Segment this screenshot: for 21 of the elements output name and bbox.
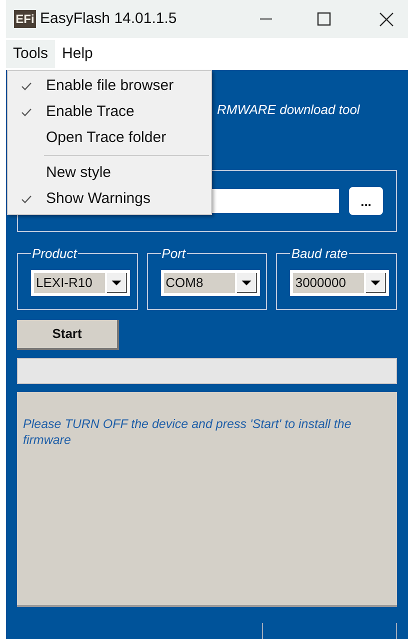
app-icon: EFi [14, 10, 36, 28]
browse-button[interactable]: ... [349, 187, 383, 215]
menu-entry[interactable]: Open Trace folder [8, 125, 211, 151]
menu-item[interactable]: Help [55, 40, 100, 68]
menu-entry[interactable]: Show Warnings [8, 186, 211, 212]
close-icon[interactable] [379, 12, 394, 26]
group-label: Port [160, 245, 187, 263]
maximize-icon[interactable] [317, 12, 331, 26]
window-title: EasyFlash 14.01.1.5 [40, 8, 177, 29]
dropdown[interactable]: 3000000 [290, 270, 390, 296]
menu-entry[interactable]: New style [8, 160, 211, 186]
dropdown[interactable]: LEXI-R10 [31, 270, 130, 296]
menu-entry[interactable]: Enable file browser [8, 73, 211, 99]
start-button[interactable]: Start [17, 320, 119, 350]
group-label: Product [31, 245, 78, 263]
group-label: Baud rate [290, 245, 349, 263]
dropdown[interactable]: COM8 [160, 270, 260, 296]
subtitle: RMWARE download tool [217, 102, 360, 117]
menu-item[interactable]: Tools [6, 40, 56, 68]
message-text: Please TURN OFF the device and press 'Start' to install the firmware [23, 416, 352, 448]
menu-entry[interactable]: Enable Trace [8, 99, 211, 125]
